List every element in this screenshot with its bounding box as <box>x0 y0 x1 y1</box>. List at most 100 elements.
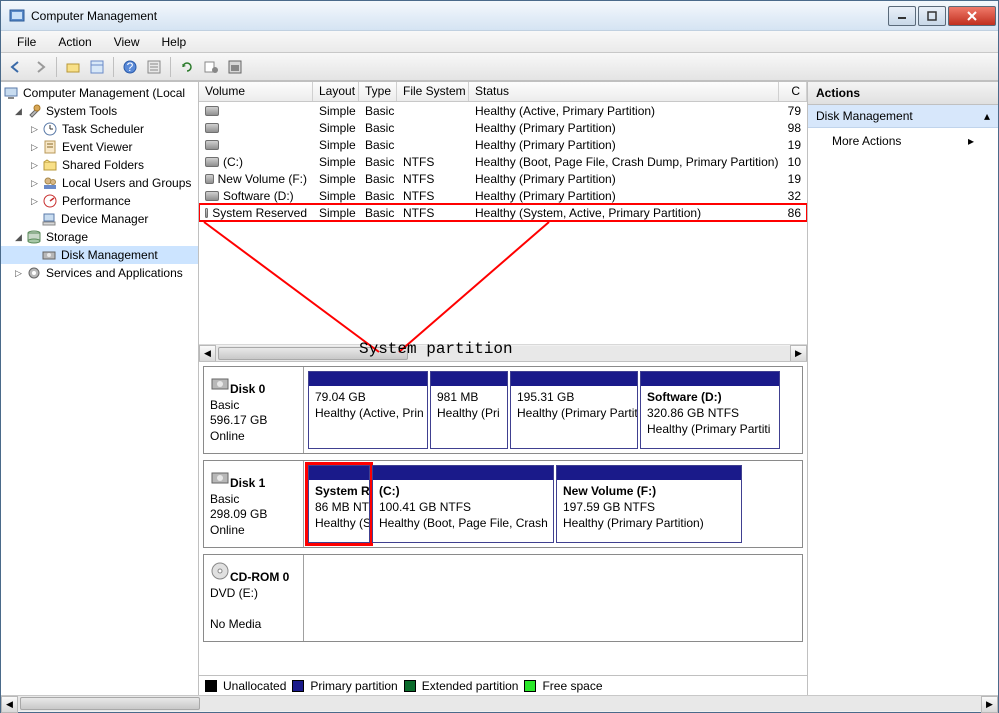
disk-type: Basic <box>210 398 239 412</box>
services-icon <box>26 265 42 281</box>
legend-free-swatch <box>524 680 536 692</box>
tree-performance[interactable]: ▷ Performance <box>1 192 198 210</box>
expand-icon[interactable]: ▷ <box>29 178 40 189</box>
collapse-icon[interactable]: ◢ <box>13 106 24 117</box>
disk-row[interactable]: Disk 0Basic596.17 GBOnline79.04 GBHealth… <box>203 366 803 454</box>
volume-list[interactable]: Volume Layout Type File System Status C … <box>199 82 807 362</box>
menubar: File Action View Help <box>1 31 998 53</box>
collapse-icon[interactable]: ▴ <box>984 109 990 123</box>
partition-status: Healthy (Primary Partiti <box>647 422 770 436</box>
volume-capacity: 98 <box>779 121 807 135</box>
partition-size: 320.86 GB NTFS <box>647 406 739 420</box>
menu-help[interactable]: Help <box>152 33 197 51</box>
expand-icon[interactable]: ▷ <box>29 160 40 171</box>
tree-device-manager[interactable]: Device Manager <box>1 210 198 228</box>
volume-status: Healthy (Primary Partition) <box>469 172 779 186</box>
performance-icon <box>42 193 58 209</box>
disk-type: Basic <box>210 492 239 506</box>
partition-box[interactable]: Software (D:)320.86 GB NTFSHealthy (Prim… <box>640 371 780 449</box>
volume-status: Healthy (Primary Partition) <box>469 138 779 152</box>
volume-row[interactable]: SimpleBasicHealthy (Active, Primary Part… <box>199 102 807 119</box>
column-headers[interactable]: Volume Layout Type File System Status C <box>199 82 807 102</box>
volume-row[interactable]: System ReservedSimpleBasicNTFSHealthy (S… <box>199 204 807 221</box>
window-title: Computer Management <box>31 9 886 23</box>
actions-section[interactable]: Disk Management ▴ <box>808 105 998 128</box>
disk-row[interactable]: CD-ROM 0DVD (E:)No Media <box>203 554 803 642</box>
volume-layout: Simple <box>313 155 359 169</box>
maximize-button[interactable] <box>918 6 946 26</box>
tree-services[interactable]: ▷ Services and Applications <box>1 264 198 282</box>
volume-row[interactable]: (C:)SimpleBasicNTFSHealthy (Boot, Page F… <box>199 153 807 170</box>
partition-box[interactable]: 981 MBHealthy (Pri <box>430 371 508 449</box>
col-type[interactable]: Type <box>359 82 397 101</box>
tree-storage[interactable]: ◢ Storage <box>1 228 198 246</box>
col-status[interactable]: Status <box>469 82 779 101</box>
scroll-right-icon[interactable]: ▶ <box>981 696 998 713</box>
partition-size: 100.41 GB NTFS <box>379 500 471 514</box>
col-layout[interactable]: Layout <box>313 82 359 101</box>
partition-box[interactable]: System R86 MB NTIHealthy (S <box>308 465 370 543</box>
partition-box[interactable]: (C:)100.41 GB NTFSHealthy (Boot, Page Fi… <box>372 465 554 543</box>
expand-icon[interactable]: ▷ <box>29 196 40 207</box>
partition-header <box>557 466 741 480</box>
scroll-thumb[interactable] <box>20 697 200 710</box>
scroll-left-icon[interactable]: ◀ <box>1 696 18 713</box>
up-icon[interactable] <box>62 56 84 78</box>
settings-list-icon[interactable] <box>200 56 222 78</box>
disk-row[interactable]: Disk 1Basic298.09 GBOnlineSystem R86 MB … <box>203 460 803 548</box>
actions-more[interactable]: More Actions ▸ <box>808 128 998 154</box>
minimize-button[interactable] <box>888 6 916 26</box>
close-button[interactable] <box>948 6 996 26</box>
menu-action[interactable]: Action <box>48 33 101 51</box>
volume-type: Basic <box>359 189 397 203</box>
tree-event-viewer[interactable]: ▷ Event Viewer <box>1 138 198 156</box>
tree-system-tools[interactable]: ◢ System Tools <box>1 102 198 120</box>
menu-file[interactable]: File <box>7 33 46 51</box>
collapse-icon[interactable]: ◢ <box>13 232 24 243</box>
menu-view[interactable]: View <box>104 33 150 51</box>
app-icon <box>9 8 25 24</box>
expand-icon[interactable]: ▷ <box>29 124 40 135</box>
partition-title: New Volume (F:) <box>563 484 656 498</box>
volume-row[interactable]: SimpleBasicHealthy (Primary Partition)98 <box>199 119 807 136</box>
volume-row[interactable]: New Volume (F:)SimpleBasicNTFSHealthy (P… <box>199 170 807 187</box>
scroll-track[interactable] <box>18 696 981 711</box>
expand-icon[interactable]: ▷ <box>13 268 24 279</box>
volume-name: New Volume (F:) <box>218 172 307 186</box>
settings-detail-icon[interactable] <box>224 56 246 78</box>
col-filesystem[interactable]: File System <box>397 82 469 101</box>
tree-shared-folders[interactable]: ▷ Shared Folders <box>1 156 198 174</box>
back-button[interactable] <box>5 56 27 78</box>
partition-body: (C:)100.41 GB NTFSHealthy (Boot, Page Fi… <box>373 480 553 542</box>
tree-disk-management[interactable]: Disk Management <box>1 246 198 264</box>
tree-task-scheduler[interactable]: ▷ Task Scheduler <box>1 120 198 138</box>
tree-root[interactable]: Computer Management (Local <box>1 84 198 102</box>
app-window: Computer Management File Action View Hel… <box>0 0 999 713</box>
scroll-right-icon[interactable]: ▶ <box>790 345 807 362</box>
partition-box[interactable]: New Volume (F:)197.59 GB NTFSHealthy (Pr… <box>556 465 742 543</box>
event-icon <box>42 139 58 155</box>
expand-icon[interactable]: ▷ <box>29 142 40 153</box>
partition-status: Healthy (Boot, Page File, Crash <box>379 516 548 530</box>
refresh-icon[interactable] <box>176 56 198 78</box>
partition-status: Healthy (Primary Partit <box>517 406 637 420</box>
help-icon[interactable]: ? <box>119 56 141 78</box>
window-bottom-scrollbar[interactable]: ◀ ▶ <box>1 695 998 712</box>
volume-status: Healthy (Primary Partition) <box>469 189 779 203</box>
partition-size: 79.04 GB <box>315 390 366 404</box>
volume-fs: NTFS <box>397 206 469 220</box>
disk-map[interactable]: Disk 0Basic596.17 GBOnline79.04 GBHealth… <box>199 362 807 675</box>
scroll-left-icon[interactable]: ◀ <box>199 345 216 362</box>
view-icon[interactable] <box>143 56 165 78</box>
forward-button[interactable] <box>29 56 51 78</box>
navigation-tree[interactable]: Computer Management (Local ◢ System Tool… <box>1 82 199 695</box>
col-capacity[interactable]: C <box>779 82 807 101</box>
partition-box[interactable]: 79.04 GBHealthy (Active, Prin <box>308 371 428 449</box>
partition-box[interactable]: 195.31 GBHealthy (Primary Partit <box>510 371 638 449</box>
volume-row[interactable]: SimpleBasicHealthy (Primary Partition)19 <box>199 136 807 153</box>
properties-icon[interactable] <box>86 56 108 78</box>
volume-row[interactable]: Software (D:)SimpleBasicNTFSHealthy (Pri… <box>199 187 807 204</box>
titlebar[interactable]: Computer Management <box>1 1 998 31</box>
col-volume[interactable]: Volume <box>199 82 313 101</box>
tree-local-users[interactable]: ▷ Local Users and Groups <box>1 174 198 192</box>
